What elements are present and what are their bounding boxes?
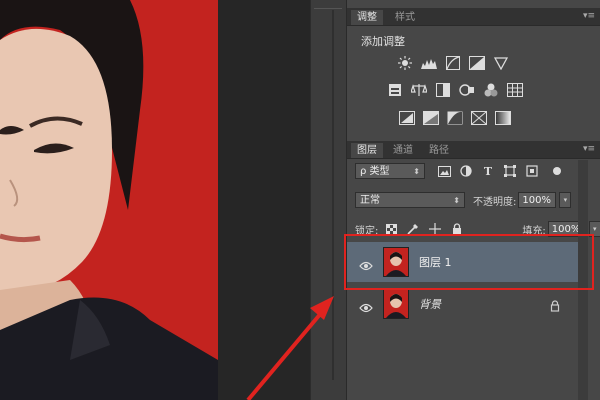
gradient-map-icon[interactable] <box>495 110 511 126</box>
opacity-input[interactable]: 100% <box>518 192 557 208</box>
layer-name: 背景 <box>419 298 441 311</box>
layer-row-background[interactable]: 背景 <box>347 284 579 324</box>
layer-thumbnail <box>383 289 409 319</box>
black-white-icon[interactable] <box>435 82 451 98</box>
blend-opacity-row: 正常 ⬍ 不透明度: 100% ▾ <box>355 192 572 208</box>
eye-icon[interactable] <box>359 298 373 317</box>
panel-menu-icon[interactable]: ▾≡ <box>583 11 595 21</box>
annotation-highlight-box <box>344 234 594 290</box>
channel-mixer-icon[interactable] <box>483 82 499 98</box>
levels-icon[interactable] <box>421 55 437 71</box>
layer-filter-row: ρ 类型 ⬍ T <box>355 163 561 179</box>
chevron-updown-icon: ⬍ <box>453 196 460 205</box>
panels-column: 调整 样式 ▾≡ 添加调整 图层 通道 路径 ▾≡ ρ 类型 ⬍ T 正常 ⬍ … <box>346 0 600 400</box>
dock-divider <box>314 0 342 9</box>
layers-tabbar: 图层 通道 路径 ▾≡ <box>347 141 600 159</box>
vibrance-icon[interactable] <box>493 55 509 71</box>
type-layer-filter-icon[interactable]: T <box>481 164 495 178</box>
panel-dock-strip <box>310 0 347 400</box>
color-lookup-icon[interactable] <box>507 82 523 98</box>
photo-canvas <box>0 0 218 400</box>
selective-color-icon[interactable] <box>471 110 487 126</box>
posterize-icon[interactable] <box>423 110 439 126</box>
workspace-background <box>218 0 310 400</box>
tab-adjustments[interactable]: 调整 <box>351 10 383 25</box>
smart-object-filter-icon[interactable] <box>525 164 539 178</box>
layers-panel-menu-icon[interactable]: ▾≡ <box>583 144 595 154</box>
opacity-label: 不透明度: <box>473 196 517 208</box>
filter-toggle-icon[interactable] <box>553 167 561 175</box>
adjustments-tabbar: 调整 样式 ▾≡ <box>347 8 600 26</box>
shape-layer-filter-icon[interactable] <box>503 164 517 178</box>
brightness-icon[interactable] <box>397 55 413 71</box>
lock-icon <box>550 297 560 316</box>
portrait-photo <box>0 0 218 400</box>
chevron-updown-icon: ⬍ <box>413 167 420 176</box>
adjustment-layer-filter-icon[interactable] <box>459 164 473 178</box>
exposure-icon[interactable] <box>469 55 485 71</box>
threshold-icon[interactable] <box>447 110 463 126</box>
add-adjustment-title: 添加调整 <box>361 35 405 48</box>
adjustment-icons-row-3 <box>399 110 511 126</box>
color-balance-icon[interactable] <box>411 82 427 98</box>
blend-mode-dropdown[interactable]: 正常 ⬍ <box>355 192 465 208</box>
layer-filter-label: ρ 类型 <box>360 166 390 177</box>
photo-filter-icon[interactable] <box>459 82 475 98</box>
tab-styles[interactable]: 样式 <box>389 10 421 25</box>
tab-layers[interactable]: 图层 <box>351 143 383 158</box>
hue-saturation-icon[interactable] <box>387 82 403 98</box>
pixel-layer-filter-icon[interactable] <box>437 164 451 178</box>
blend-mode-value: 正常 <box>360 195 380 206</box>
invert-icon[interactable] <box>399 110 415 126</box>
opacity-slider-toggle[interactable]: ▾ <box>559 192 572 208</box>
tab-paths[interactable]: 路径 <box>423 143 455 158</box>
adjustment-icons-row-1 <box>397 55 509 71</box>
curves-icon[interactable] <box>445 55 461 71</box>
tab-channels[interactable]: 通道 <box>387 143 419 158</box>
dock-scroll-track <box>332 10 334 380</box>
adjustment-icons-row-2 <box>387 82 523 98</box>
layer-filter-dropdown[interactable]: ρ 类型 ⬍ <box>355 163 425 179</box>
